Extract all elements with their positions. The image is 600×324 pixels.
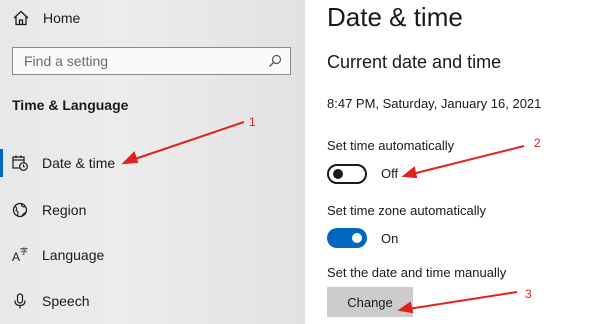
section-subtitle: Current date and time <box>327 52 502 72</box>
svg-text:字: 字 <box>20 247 28 256</box>
home-icon <box>13 10 29 26</box>
language-icon: A 字 <box>12 247 28 263</box>
set-time-auto-toggle[interactable] <box>327 164 367 184</box>
sidebar-item-label: Speech <box>42 293 90 309</box>
current-datetime: 8:47 PM, Saturday, January 16, 2021 <box>327 96 542 111</box>
search-icon[interactable] <box>268 54 282 68</box>
sidebar-item-language[interactable]: A 字 Language <box>0 247 104 263</box>
set-timezone-auto-state: On <box>381 231 399 246</box>
page-title: Date & time <box>327 2 463 32</box>
set-timezone-auto-label: Set time zone automatically <box>327 203 486 218</box>
set-manual-label: Set the date and time manually <box>327 265 507 280</box>
main-content: Date & time Current date and time 8:47 P… <box>305 0 600 324</box>
set-time-auto-state: Off <box>381 166 399 181</box>
home-link[interactable]: Home <box>12 9 80 27</box>
date-time-icon <box>12 155 28 171</box>
sidebar-item-label: Date & time <box>42 155 116 171</box>
section-title: Time & Language <box>12 97 129 113</box>
microphone-icon <box>14 293 26 309</box>
search-box[interactable] <box>12 47 291 75</box>
sidebar-item-region[interactable]: Region <box>0 202 86 218</box>
sidebar-item-speech[interactable]: Speech <box>0 293 89 309</box>
home-label: Home <box>43 10 81 26</box>
set-time-auto-label: Set time automatically <box>327 138 455 153</box>
sidebar-item-label: Region <box>42 202 87 218</box>
sidebar: Home Time & Language Date & time Region <box>0 0 305 324</box>
svg-text:A: A <box>12 250 20 263</box>
search-input[interactable] <box>24 53 268 69</box>
change-button[interactable]: Change <box>327 287 413 317</box>
sidebar-item-date-time[interactable]: Date & time <box>0 149 116 177</box>
region-icon <box>12 202 28 218</box>
sidebar-item-label: Language <box>42 247 105 263</box>
set-timezone-auto-toggle[interactable] <box>327 228 367 248</box>
toggle-knob <box>333 169 343 179</box>
toggle-knob <box>352 233 362 243</box>
